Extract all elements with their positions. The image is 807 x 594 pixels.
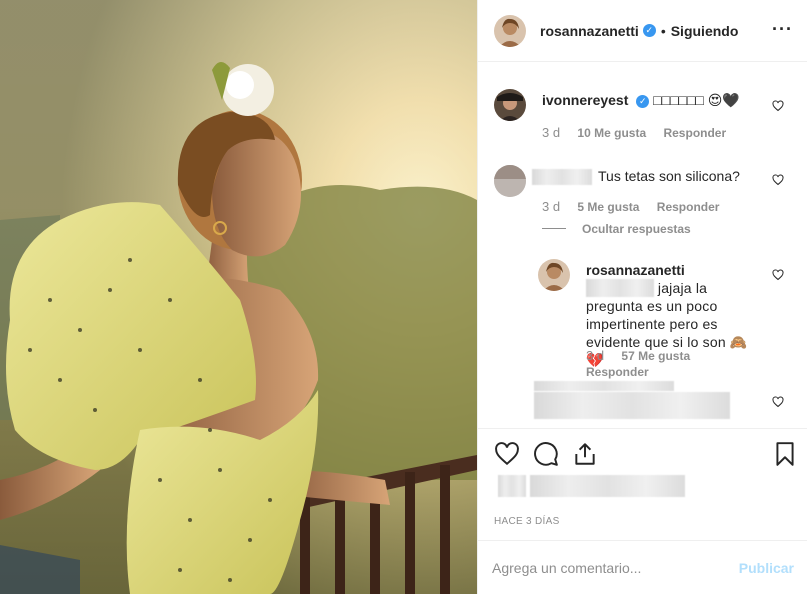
post-photo[interactable] (0, 0, 477, 594)
comment-likes[interactable]: 10 Me gusta (577, 126, 646, 140)
reply-meta: 3 d 57 Me gusta Responder (586, 348, 766, 381)
comment-item: ivonnereyest ✓ □□□□□□ 😍🖤 (494, 89, 740, 121)
follow-state-button[interactable]: Siguiendo (671, 23, 739, 39)
like-icon[interactable] (494, 441, 520, 467)
reply-likes[interactable]: 57 Me gusta (621, 349, 690, 363)
comment-meta: 3 d 5 Me gusta Responder (542, 199, 733, 214)
comment-like-icon[interactable] (772, 174, 784, 186)
comment-input[interactable]: Agrega un comentario... (492, 560, 739, 576)
comment-time[interactable]: 3 d (542, 125, 560, 140)
comment-reply-button[interactable]: Responder (657, 200, 720, 214)
reply-button[interactable]: Responder (586, 365, 649, 379)
comment-icon[interactable] (533, 441, 559, 467)
comment-like-icon[interactable] (772, 100, 784, 112)
comment-item: Tus tetas son silicona? (494, 165, 740, 197)
header-separator: • (660, 22, 666, 39)
author-avatar[interactable] (494, 14, 526, 47)
more-options-icon[interactable]: ··· (772, 20, 793, 38)
comment-text: □□□□□□ 😍🖤 (653, 92, 740, 108)
post-photo-illustration (0, 0, 477, 594)
blurred-comment-block (534, 392, 730, 419)
verified-icon: ✓ (636, 95, 650, 108)
verified-icon: ✓ (642, 24, 656, 37)
comment-likes[interactable]: 5 Me gusta (577, 200, 639, 214)
comment-time[interactable]: 3 d (542, 199, 560, 214)
post-side-panel: rosannazanetti ✓ • Siguiendo ··· ivonner… (477, 0, 807, 594)
reply-time[interactable]: 3 d (586, 348, 604, 363)
commenter-avatar[interactable] (494, 89, 526, 121)
blurred-likes-avatar (498, 475, 526, 497)
comment-text: Tus tetas son silicona? (598, 168, 740, 184)
comments-list[interactable]: ivonnereyest ✓ □□□□□□ 😍🖤 3 d 10 Me gusta… (478, 63, 807, 427)
comment-meta: 3 d 10 Me gusta Responder (542, 125, 740, 140)
hide-replies-label[interactable]: Ocultar respuestas (582, 222, 691, 236)
reply-username[interactable]: rosannazanetti (586, 262, 685, 278)
publish-button[interactable]: Publicar (739, 560, 794, 576)
hide-replies-toggle[interactable]: Ocultar respuestas (542, 222, 705, 236)
comment-composer: Agrega un comentario... Publicar (478, 540, 807, 594)
reply-avatar[interactable] (538, 259, 570, 291)
author-username[interactable]: rosannazanetti (540, 23, 639, 39)
comment-like-icon[interactable] (772, 396, 784, 408)
share-icon[interactable] (572, 441, 598, 467)
post-header: rosannazanetti ✓ • Siguiendo ··· (478, 0, 807, 62)
blurred-mention (586, 279, 654, 297)
blurred-username (532, 169, 592, 185)
post-actions (478, 428, 807, 466)
comment-reply-button[interactable]: Responder (663, 126, 726, 140)
comment-username[interactable]: ivonnereyest (542, 92, 628, 108)
likes-summary[interactable] (498, 475, 685, 502)
reply-like-icon[interactable] (772, 269, 784, 281)
save-icon[interactable] (772, 441, 798, 467)
blurred-likes-text (530, 475, 685, 497)
blurred-comment-line (534, 381, 674, 391)
post-time-ago[interactable]: HACE 3 DÍAS (494, 516, 560, 527)
commenter-avatar[interactable] (494, 165, 526, 197)
